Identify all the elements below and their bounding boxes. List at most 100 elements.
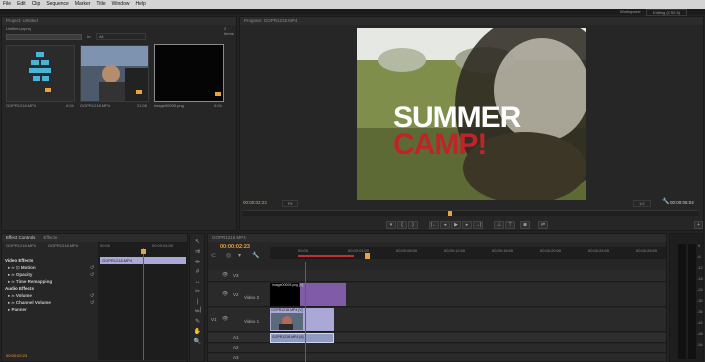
sequence-icon [29, 52, 51, 92]
track-a3-id: A3 [233, 355, 239, 360]
project-item-2-duration: 21:06 [137, 103, 148, 108]
v2-eye-icon[interactable]: 👁 [222, 291, 228, 297]
program-playhead[interactable] [448, 211, 452, 216]
video-clip[interactable]: GOPR1218.MP4 [V] [270, 308, 334, 331]
work-area-bar[interactable] [298, 255, 354, 257]
program-fit-select[interactable]: Fit [282, 200, 299, 207]
reset-motion-icon[interactable]: ↺ [90, 265, 94, 271]
go-to-in-button[interactable]: |← [429, 221, 439, 229]
program-quality-select[interactable]: 1/2 [633, 200, 651, 207]
project-item-count: 2 Items [224, 26, 234, 36]
menu-help[interactable]: Help [132, 0, 148, 9]
reset-opacity-icon[interactable]: ↺ [90, 272, 94, 278]
tracks-area: 👁 V3 👁 V2 Video 2 👁 V1 Video 1 A1 A2 A3 … [208, 262, 666, 362]
ec-channel-volume[interactable]: ▸ fx Channel Volume [8, 300, 51, 306]
timeline-wrench-icon[interactable]: 🔧 [252, 252, 259, 259]
ec-motion-label: Motion [20, 265, 36, 270]
hand-tool-icon[interactable]: ✋ [193, 328, 202, 336]
mark-in-button[interactable]: { [397, 221, 407, 229]
add-marker-icon[interactable]: ▾ [238, 252, 241, 259]
meter-label-2: -12 [697, 265, 703, 270]
ec-source-clip[interactable]: GOPR1218.MP4 [6, 243, 36, 248]
razor-tool-icon[interactable]: ✂ [193, 288, 202, 296]
project-search-input[interactable] [6, 34, 82, 40]
snap-icon[interactable]: ⊂ [211, 252, 216, 259]
timeline-ruler[interactable]: 00:00 00:00:04:00 00:00:08:00 00:00:12:0… [270, 247, 666, 259]
project-panel-title[interactable]: Project: Untitled [2, 17, 236, 25]
timeline-tab[interactable]: GOPR1218.MP4 [208, 234, 666, 242]
mark-out-button[interactable]: } [408, 221, 418, 229]
ec-playhead-handle[interactable] [141, 249, 146, 254]
rate-stretch-tool-icon[interactable]: ↔ [193, 278, 202, 286]
menu-window[interactable]: Window [109, 0, 133, 9]
track-v1-target[interactable]: V1 [211, 317, 217, 322]
wrench-icon[interactable]: 🔧 [662, 198, 669, 205]
trim-button[interactable]: ⇌ [538, 221, 548, 229]
project-item-video[interactable] [80, 45, 149, 102]
program-time-ruler[interactable] [243, 210, 699, 216]
track-row-a3 [208, 354, 666, 362]
play-button[interactable]: ▶ [451, 221, 461, 229]
slip-tool-icon[interactable]: |↔| [193, 298, 202, 313]
menu-clip[interactable]: Clip [29, 0, 44, 9]
workspace-label: Workspace: [620, 9, 642, 14]
project-item-3-duration: 0:04 [214, 103, 222, 108]
menu-edit[interactable]: Edit [14, 0, 29, 9]
menu-marker[interactable]: Marker [72, 0, 94, 9]
extract-button[interactable]: ⊤ [505, 221, 515, 229]
ec-timecode[interactable]: 00:00:02:23 [6, 353, 27, 358]
reset-channel-volume-icon[interactable]: ↺ [90, 300, 94, 306]
ec-time-remapping[interactable]: ▸ fx Time Remapping [8, 279, 52, 285]
pen-tool-icon[interactable]: ✎ [193, 318, 202, 326]
ec-playhead[interactable] [143, 248, 144, 360]
ripple-edit-tool-icon[interactable]: ⟛ [193, 258, 202, 266]
project-item-sequence[interactable] [6, 45, 75, 102]
timeline-timecode[interactable]: 00:00:02:23 [220, 244, 250, 250]
ec-panner[interactable]: ▸ Panner [8, 307, 27, 313]
menu-sequence[interactable]: Sequence [43, 0, 72, 9]
audio-meter-left [678, 244, 686, 359]
audio-clip-label: GOPR1218.MP4 [A] [272, 335, 304, 339]
menu-file[interactable]: File [0, 0, 14, 9]
export-frame-button[interactable]: ◙ [520, 221, 530, 229]
step-forward-button[interactable]: ▸ [462, 221, 472, 229]
ec-opacity-label: Opacity [15, 272, 33, 277]
selection-tool-icon[interactable]: ↖ [193, 238, 202, 246]
add-button[interactable]: + [694, 221, 703, 229]
tab-effects[interactable]: Effects [43, 234, 57, 242]
ec-opacity[interactable]: ▸ fx Opacity [8, 272, 32, 278]
project-item-image[interactable] [154, 44, 224, 102]
v1-eye-icon[interactable]: 👁 [222, 316, 228, 322]
ec-volume[interactable]: ▸ fx Volume [8, 293, 32, 299]
v3-eye-icon[interactable]: 👁 [222, 272, 228, 278]
timeline-playhead[interactable] [305, 262, 306, 362]
workspace-select[interactable]: Editing (CS5.5) [646, 9, 688, 16]
menu-title[interactable]: Title [93, 0, 108, 9]
lift-button[interactable]: ⊥ [494, 221, 504, 229]
audio-meter-panel: 0 -6 -12 -18 -24 -30 -36 -42 -48 -54 [669, 233, 704, 362]
tab-effect-controls[interactable]: Effect Controls [6, 234, 35, 242]
audio-clip[interactable]: GOPR1218.MP4 [A] [270, 333, 334, 343]
set-encore-marker-icon[interactable]: ◎ [226, 252, 231, 259]
timeline-playhead-handle[interactable] [365, 253, 370, 259]
reset-volume-icon[interactable]: ↺ [90, 293, 94, 299]
project-panel: Project: Untitled Untitled.prproj 2 Item… [1, 16, 237, 231]
rolling-edit-tool-icon[interactable]: # [193, 268, 202, 276]
program-monitor-title[interactable]: Program: GOPR1218.MP4 [240, 17, 703, 25]
go-to-out-button[interactable]: →| [473, 221, 483, 229]
add-marker-button[interactable]: ▾ [386, 221, 396, 229]
ec-motion[interactable]: ▸ fx ⊡ Motion [8, 265, 36, 271]
search-in-select[interactable]: All [96, 33, 146, 40]
track-select-tool-icon[interactable]: ⇉ [193, 248, 202, 256]
step-back-button[interactable]: ◂ [440, 221, 450, 229]
zoom-tool-icon[interactable]: 🔍 [193, 338, 202, 346]
program-timecode[interactable]: 00:00:02:23 [243, 200, 267, 205]
slide-tool-icon[interactable]: ⇿ [193, 308, 202, 316]
image-clip[interactable]: image00005.png [V] [272, 283, 346, 306]
meter-label-1: -6 [697, 254, 701, 259]
project-item-3-name: image00005.png [154, 103, 184, 108]
ec-sequence-clip[interactable]: GOPR1218.MP4 [48, 243, 78, 248]
program-duration: 00:00:06:04 [670, 200, 694, 205]
image-clip-label: image00005.png [V] [272, 283, 304, 287]
ec-time-remapping-label: Time Remapping [15, 279, 53, 284]
